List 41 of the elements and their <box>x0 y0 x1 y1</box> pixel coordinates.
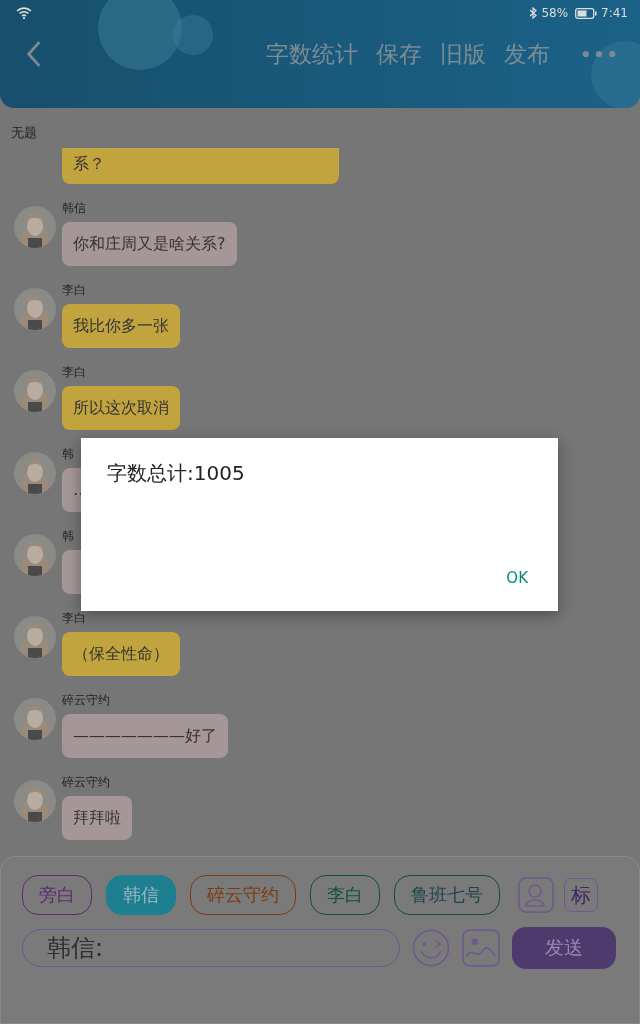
speaker-chip[interactable]: 李白 <box>310 875 380 915</box>
clock: 7:41 <box>601 6 628 20</box>
circle-decoration <box>591 41 640 108</box>
smiley-icon[interactable] <box>412 929 450 967</box>
more-icon[interactable] <box>582 50 616 58</box>
speaker-chip[interactable]: 旁白 <box>22 875 92 915</box>
battery-icon <box>575 7 598 19</box>
speaker-chip[interactable]: 韩信 <box>106 875 176 915</box>
speaker-chip[interactable]: 鲁班七号 <box>394 875 500 915</box>
sender-name: 李白 <box>62 364 86 381</box>
message-bubble: 你和庄周又是啥关系? <box>62 222 237 266</box>
message-bubble: 所以这次取消 <box>62 386 180 430</box>
header-action[interactable]: 保存 <box>376 38 422 70</box>
message-bubble: 拜拜啦 <box>62 796 132 840</box>
dialog-message: 字数总计:1005 <box>107 460 246 487</box>
wifi-icon <box>16 7 32 19</box>
sender-name: 韩 <box>62 528 74 545</box>
message-bubble: 系？ <box>62 148 339 184</box>
sender-name: 碎云守约 <box>62 692 110 709</box>
bluetooth-icon <box>529 7 538 19</box>
message-input[interactable]: 韩信: <box>22 929 400 967</box>
ok-button[interactable]: OK <box>502 565 532 591</box>
header-action[interactable]: 字数统计 <box>266 38 358 70</box>
header-action[interactable]: 旧版 <box>440 38 486 70</box>
document-title: 无题 <box>10 124 38 142</box>
battery-percent: 58% <box>541 6 569 20</box>
message-bubble: ———————好了 <box>62 714 228 758</box>
send-button[interactable]: 发送 <box>512 927 616 969</box>
sender-name: 碎云守约 <box>62 774 110 791</box>
back-icon[interactable] <box>26 40 42 68</box>
sender-name: 韩 <box>62 446 74 463</box>
person-icon[interactable] <box>518 877 554 913</box>
message-bubble: 我比你多一张 <box>62 304 180 348</box>
header-action[interactable]: 发布 <box>504 38 550 70</box>
sender-name: 韩信 <box>62 200 86 217</box>
message-bubble: （保全性命） <box>62 632 180 676</box>
speaker-chip[interactable]: 碎云守约 <box>190 875 296 915</box>
image-icon[interactable] <box>462 929 500 967</box>
tag-button[interactable]: 标 <box>564 878 598 912</box>
sender-name: 李白 <box>62 610 86 627</box>
sender-name: 李白 <box>62 282 86 299</box>
